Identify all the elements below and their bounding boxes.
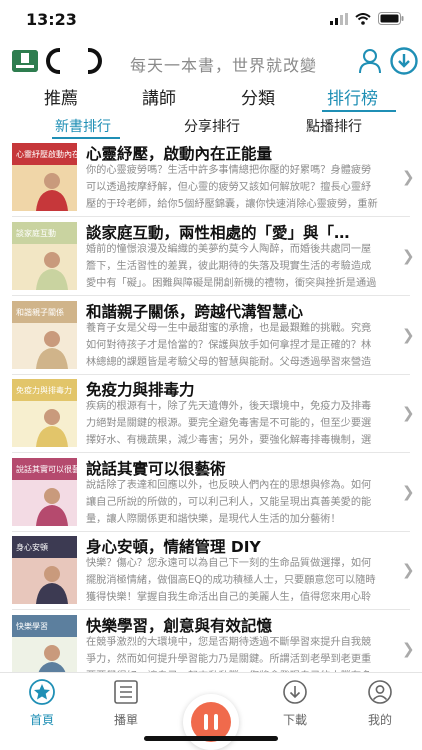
svg-text:說話其實可以很藝術: 說話其實可以很藝術 — [16, 464, 77, 474]
book-cover: 說話其實可以很藝術 — [12, 458, 77, 526]
nav-home[interactable]: 首頁 — [12, 679, 72, 728]
list-item[interactable]: 談家庭互動 談家庭互動，兩性相處的「愛」與「… 婚前的憧憬浪漫及編織的美夢約莫今… — [0, 219, 422, 296]
profile-icon — [368, 680, 392, 704]
list-item[interactable]: 和諧親子關係 和諧親子關係，跨越代溝智慧心 養育子女是父母一生中最甜蜜的承擔，也… — [0, 298, 422, 375]
subtab-new-books[interactable]: 新書排行 — [55, 116, 111, 136]
nav-profile-label: 我的 — [367, 713, 392, 727]
book-cover: 身心安頓 — [12, 536, 77, 604]
item-title: 免疫力與排毒力 — [86, 381, 195, 399]
status-time: 13:23 — [26, 10, 77, 29]
subtab-shares[interactable]: 分享排行 — [184, 116, 240, 136]
book-cover: 和諧親子關係 — [12, 301, 77, 369]
app-slogan: 每天一本書，世界就改變 — [130, 56, 318, 75]
item-title: 和諧親子關係，跨越代溝智慧心 — [86, 303, 304, 321]
signal-icon — [330, 12, 348, 25]
item-title: 心靈紓壓，啟動內在正能量 — [86, 145, 273, 163]
tab-recommend[interactable]: 推薦 — [44, 84, 78, 109]
divider — [12, 295, 410, 296]
battery-icon — [378, 12, 404, 25]
main-tabs: 推薦 講師 分類 排行榜 — [0, 84, 422, 114]
item-title: 身心安頓，情緒管理 DIY — [86, 538, 261, 556]
quote-mark-right-icon — [88, 48, 102, 74]
item-description: 疾病的根源有十，除了先天遺傳外，後天環境中，免疫力及排毒力絕對是關鍵的根源。要完… — [86, 401, 372, 446]
subtab-plays[interactable]: 點播排行 — [306, 116, 362, 136]
nav-home-label: 首頁 — [29, 713, 54, 727]
item-description: 你的心靈疲勞嗎？生活中許多事情總把你壓的好累嗎？身體疲勞可以透過按摩紓解，但心靈… — [86, 165, 378, 210]
nav-playlist[interactable]: 播單 — [96, 679, 156, 728]
item-title: 快樂學習，創意與有效記憶 — [86, 617, 273, 635]
nav-profile[interactable]: 我的 — [350, 679, 410, 728]
active-tab-indicator — [322, 110, 396, 112]
chevron-right-icon: ❯ — [402, 168, 415, 186]
playlist-icon — [114, 680, 138, 704]
svg-text:免疫力與排毒力: 免疫力與排毒力 — [16, 385, 72, 395]
download-icon — [283, 680, 307, 704]
nav-downloads-label: 下載 — [282, 713, 307, 727]
wifi-icon — [355, 12, 371, 25]
list-item[interactable]: 身心安頓 身心安頓，情緒管理 DIY 快樂？傷心？您永遠可以為自己下一刻的生命品… — [0, 533, 422, 610]
svg-text:身心安頓: 身心安頓 — [16, 542, 48, 552]
book-cover: 免疫力與排毒力 — [12, 379, 77, 447]
tab-lecturers[interactable]: 講師 — [142, 84, 176, 109]
sub-tabs: 新書排行 分享排行 點播排行 — [0, 116, 422, 140]
svg-text:和諧親子關係: 和諧親子關係 — [16, 307, 64, 317]
nav-downloads[interactable]: 下載 — [265, 679, 325, 728]
svg-text:談家庭互動: 談家庭互動 — [16, 228, 56, 238]
app-header: 每天一本書，世界就改變 — [0, 44, 422, 78]
list-item[interactable]: 心靈紓壓啟動內在正能量 心靈紓壓，啟動內在正能量 你的心靈疲勞嗎？生活中許多事情… — [0, 140, 422, 217]
chevron-right-icon: ❯ — [402, 326, 415, 344]
status-bar: 13:23 — [0, 0, 422, 40]
active-subtab-indicator — [52, 137, 120, 139]
chevron-right-icon: ❯ — [402, 404, 415, 422]
divider — [12, 374, 410, 375]
book-cover: 心靈紓壓啟動內在正能量 — [12, 143, 77, 211]
user-icon[interactable] — [358, 48, 382, 74]
quote-mark-left-icon — [46, 48, 60, 74]
status-indicators — [330, 12, 404, 25]
player-pause-button[interactable] — [183, 694, 239, 750]
divider — [12, 609, 410, 610]
tab-categories[interactable]: 分類 — [241, 84, 275, 109]
tab-rankings[interactable]: 排行榜 — [327, 84, 378, 109]
item-title: 說話其實可以很藝術 — [86, 460, 226, 478]
nav-playlist-label: 播單 — [113, 713, 138, 727]
home-indicator — [144, 736, 278, 741]
home-star-icon — [29, 679, 55, 705]
svg-text:心靈紓壓啟動內在正能量: 心靈紓壓啟動內在正能量 — [16, 149, 77, 159]
svg-text:快樂學習: 快樂學習 — [16, 621, 48, 631]
list-item[interactable]: 免疫力與排毒力 免疫力與排毒力 疾病的根源有十，除了先天遺傳外，後天環境中，免疫… — [0, 376, 422, 453]
header-download-icon[interactable] — [390, 47, 418, 75]
item-description: 養育子女是父母一生中最甜蜜的承擔，也是最艱難的挑戰。究竟如何對待孩子才是恰當的？… — [86, 323, 372, 368]
chevron-right-icon: ❯ — [402, 561, 415, 579]
item-description: 說話除了表達和回應以外，也反映人們內在的思想與修為。如何讓自己所說的所做的，可以… — [86, 480, 372, 525]
chevron-right-icon: ❯ — [402, 247, 415, 265]
app-logo — [12, 50, 38, 72]
chevron-right-icon: ❯ — [402, 483, 415, 501]
book-cover: 談家庭互動 — [12, 222, 77, 290]
item-title: 談家庭互動，兩性相處的「愛」與「… — [86, 224, 350, 242]
divider — [12, 531, 410, 532]
divider — [12, 452, 410, 453]
divider — [12, 216, 410, 217]
item-description: 快樂？傷心？您永遠可以為自己下一刻的生命品質做選擇，如何擺脫消極情緒，做個高EQ… — [86, 558, 376, 603]
chevron-right-icon: ❯ — [402, 640, 415, 658]
list-item[interactable]: 說話其實可以很藝術 說話其實可以很藝術 說話除了表達和回應以外，也反映人們內在的… — [0, 455, 422, 532]
item-description: 婚前的憧憬浪漫及編織的美夢約莫今人陶醉，而婚後共處同一屋簷下，生活習性的差異，彼… — [86, 244, 377, 289]
